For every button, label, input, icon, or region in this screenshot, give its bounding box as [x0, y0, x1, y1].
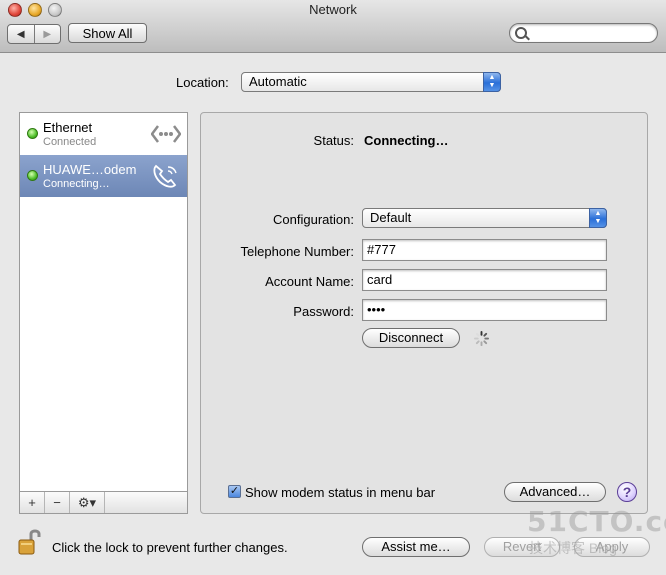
gear-icon[interactable]: ⚙▾ [70, 492, 105, 513]
lock-message: Click the lock to prevent further change… [52, 540, 288, 555]
ethernet-icon [151, 125, 181, 143]
popup-arrows-icon: ▲ ▼ [483, 72, 501, 92]
search-input[interactable] [509, 23, 658, 43]
service-list: Ethernet Connected HUAWE…odem Connecting… [19, 112, 188, 492]
configuration-popup[interactable]: Default ▲ ▼ [362, 208, 607, 228]
status-value: Connecting… [364, 133, 449, 148]
account-field[interactable]: card [362, 269, 607, 291]
service-status: Connected [43, 136, 97, 148]
service-item-ethernet[interactable]: Ethernet Connected [20, 113, 187, 155]
popup-arrows-icon: ▲ ▼ [589, 208, 607, 228]
window-title: Network [309, 2, 357, 17]
password-field[interactable]: •••• [362, 299, 607, 321]
location-value: Automatic [249, 74, 307, 89]
service-item-modem[interactable]: HUAWE…odem Connecting… [20, 155, 187, 197]
phone-modem-icon [153, 164, 177, 188]
back-button[interactable]: ◀ [8, 25, 34, 43]
watermark-subtitle: 技术博客 Blog [529, 540, 617, 556]
show-all-button[interactable]: Show All [68, 23, 147, 43]
assist-me-button[interactable]: Assist me… [362, 537, 470, 557]
help-button[interactable]: ? [617, 482, 637, 502]
advanced-button[interactable]: Advanced… [504, 482, 606, 502]
service-name: Ethernet [43, 120, 93, 135]
location-popup[interactable]: Automatic ▲ ▼ [241, 72, 501, 92]
password-label: Password: [293, 304, 354, 319]
status-green-icon [27, 170, 38, 181]
show-modem-status-checkbox[interactable]: ✓ [228, 485, 241, 498]
remove-service-button[interactable]: − [45, 492, 70, 513]
telephone-field[interactable]: #777 [362, 239, 607, 261]
show-modem-status-label: Show modem status in menu bar [245, 485, 436, 500]
status-green-icon [27, 128, 38, 139]
spinner-icon [474, 331, 489, 346]
back-forward-control: ◀ ▶ [7, 24, 61, 44]
service-name: HUAWE…odem [43, 162, 137, 177]
telephone-label: Telephone Number: [240, 244, 354, 259]
location-label: Location: [176, 75, 229, 90]
disconnect-button[interactable]: Disconnect [362, 328, 460, 348]
forward-button[interactable]: ▶ [33, 25, 61, 43]
configuration-value: Default [370, 210, 412, 225]
configuration-label: Configuration: [273, 212, 354, 227]
search-icon [515, 27, 527, 39]
service-status: Connecting… [43, 178, 110, 190]
watermark: 51CTO.com [527, 505, 666, 538]
account-label: Account Name: [265, 274, 354, 289]
toolbar: Network ◀ ▶ Show All [0, 0, 666, 53]
lock-icon[interactable] [18, 528, 42, 556]
status-label: Status: [313, 133, 354, 148]
service-list-actions: + − ⚙▾ [19, 492, 188, 514]
add-service-button[interactable]: + [20, 492, 45, 513]
